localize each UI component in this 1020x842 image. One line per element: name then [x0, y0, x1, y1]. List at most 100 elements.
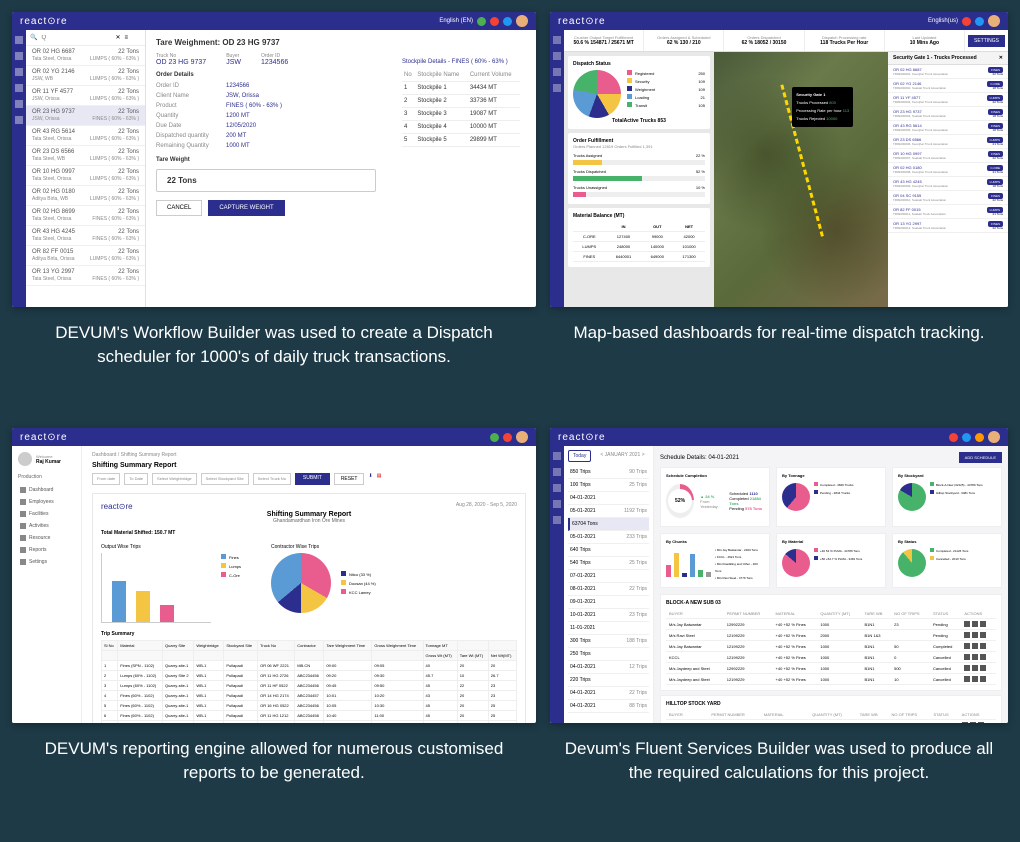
date-list-item[interactable]: 850 Trips90 Trips [568, 466, 649, 479]
date-list-item[interactable]: 10-01-202123 Trips [568, 609, 649, 622]
date-list-item[interactable]: 04-01-2021 [568, 492, 649, 505]
list-icon[interactable] [553, 484, 561, 492]
nav-item[interactable]: Dashboard [18, 484, 75, 496]
truck-select[interactable]: Select Truck No [253, 473, 291, 485]
truck-list-item[interactable]: OR 02 HG 018022 TonsAditya Birla, WBLUMP… [26, 186, 145, 206]
home-icon[interactable] [553, 36, 561, 44]
processed-truck-row[interactable]: OR 02 HG 6687TR99200001, Keonjhar Truck … [888, 65, 1008, 79]
processed-truck-row[interactable]: OR 23 DS 6566TR99200006, Keonjhar Truck … [888, 135, 1008, 149]
date-list-item[interactable]: 08-01-202122 Trips [568, 583, 649, 596]
edit-icon[interactable] [970, 722, 976, 723]
truck-list-item[interactable]: OR 02 HG 668722 TonsTata Steel, OrissaLU… [26, 46, 145, 66]
date-list-item[interactable]: 11-01-2021 [568, 622, 649, 635]
truck-icon[interactable] [15, 68, 23, 76]
apps-icon[interactable] [962, 433, 971, 442]
date-list-item[interactable]: 07-01-2021 [568, 570, 649, 583]
notification-icon[interactable] [490, 433, 499, 442]
view-icon[interactable] [964, 632, 970, 638]
processed-truck-row[interactable]: OR 23 HG 9737TR99200004, Suakati Truck A… [888, 107, 1008, 121]
close-icon[interactable]: ✕ [999, 55, 1003, 61]
view-icon[interactable] [964, 665, 970, 671]
list-icon[interactable] [15, 52, 23, 60]
user-avatar[interactable] [988, 431, 1000, 443]
capture-weight-button[interactable]: CAPTURE WEIGHT [208, 200, 284, 216]
edit-icon[interactable] [972, 643, 978, 649]
filter-icon[interactable]: ≡ [125, 35, 129, 41]
date-list-item[interactable]: 04-01-202122 Trips [568, 687, 649, 700]
date-list-item[interactable]: 63704 Tons [568, 518, 649, 531]
to-date-input[interactable]: To Date [124, 473, 148, 485]
date-list-item[interactable]: 04-01-202188 Trips [568, 700, 649, 713]
date-list-item[interactable]: 220 Trips [568, 674, 649, 687]
truck-list-item[interactable]: OR 43 HG 424522 TonsTata Steel, OrissaFI… [26, 226, 145, 246]
nav-item[interactable]: Resource [18, 532, 75, 544]
stockpile-row[interactable]: 4Stockpile 410000 MT [402, 121, 520, 134]
nav-item[interactable]: Activities [18, 520, 75, 532]
processed-truck-row[interactable]: OR 43 HG 4245TR99200009, Keonjhar Truck … [888, 177, 1008, 191]
date-list-item[interactable]: 640 Trips [568, 544, 649, 557]
view-icon[interactable] [964, 654, 970, 660]
date-list-item[interactable]: 04-01-202112 Trips [568, 661, 649, 674]
weighbridge-select[interactable]: Select Weighbridge [152, 473, 197, 485]
home-icon[interactable] [15, 36, 23, 44]
delete-icon[interactable] [980, 643, 986, 649]
processed-truck-row[interactable]: OR 02 YG 2146TR99200002, Suakati Truck A… [888, 79, 1008, 93]
stockpile-row[interactable]: 2Stockpile 233736 MT [402, 95, 520, 108]
nav-item[interactable]: Settings [18, 556, 75, 568]
notification-icon[interactable] [962, 17, 971, 26]
download-icon[interactable]: ⬇ [368, 473, 372, 485]
date-list-item[interactable]: 540 Trips25 Trips [568, 557, 649, 570]
submit-button[interactable]: SUBMIT [295, 473, 330, 485]
truck-list-item[interactable]: OR 82 FF 001522 TonsAditya Birla, Orissa… [26, 246, 145, 266]
tab-today[interactable]: Today [568, 450, 591, 462]
truck-list-item[interactable]: OR 02 HG 869922 TonsTata Steel, OrissaFI… [26, 206, 145, 226]
delete-icon[interactable] [980, 621, 986, 627]
date-list-item[interactable]: 05-01-20211192 Trips [568, 505, 649, 518]
stockpile-row[interactable]: 1Stockpile 134434 MT [402, 82, 520, 95]
truck-list-item[interactable]: OR 02 YG 214622 TonsJSW, WBLUMPS ( 60% -… [26, 66, 145, 86]
cancel-button[interactable]: CANCEL [156, 200, 202, 216]
view-icon[interactable] [964, 621, 970, 627]
truck-list-item[interactable]: OR 11 YF 457722 TonsJSW, OrissaLUMPS ( 6… [26, 86, 145, 106]
truck-list-item[interactable]: OR 23 HG 973722 TonsJSW, OrissaFINES ( 6… [26, 106, 145, 126]
processed-truck-row[interactable]: OR 11 YF 4577TR99200003, Keonjhar Truck … [888, 93, 1008, 107]
edit-icon[interactable] [972, 654, 978, 660]
calendar-icon[interactable] [553, 468, 561, 476]
home-icon[interactable] [553, 452, 561, 460]
notification-icon[interactable] [490, 17, 499, 26]
nav-item[interactable]: Reports [18, 544, 75, 556]
chart-icon[interactable] [553, 500, 561, 508]
language-switch[interactable]: English(us) [928, 18, 958, 24]
user-avatar[interactable] [516, 431, 528, 443]
from-date-input[interactable]: From date [92, 473, 120, 485]
view-icon[interactable] [964, 643, 970, 649]
settings-icon[interactable] [15, 100, 23, 108]
edit-icon[interactable] [972, 676, 978, 682]
stockyard-select[interactable]: Select Stockyard Site [201, 473, 249, 485]
apps-icon[interactable] [503, 433, 512, 442]
satellite-map[interactable]: Security Gate 1 Trucks Processed 800 Pro… [714, 52, 888, 307]
processed-truck-row[interactable]: OR 10 HG 0997TR99200007, Suakati Truck A… [888, 149, 1008, 163]
date-list-item[interactable]: 100 Trips25 Trips [568, 479, 649, 492]
nav-item[interactable]: Employees [18, 496, 75, 508]
processed-truck-row[interactable]: OR 02 HG 0180TR99200008, Keonjhar Truck … [888, 163, 1008, 177]
edit-icon[interactable] [972, 621, 978, 627]
truck-list-item[interactable]: OR 23 DS 656622 TonsTata Steel, WBLUMPS … [26, 146, 145, 166]
delete-icon[interactable] [980, 654, 986, 660]
edit-icon[interactable] [972, 665, 978, 671]
date-list-item[interactable]: 09-01-2021 [568, 596, 649, 609]
date-list-item[interactable]: 300 Trips188 Trips [568, 635, 649, 648]
tab-month[interactable]: < JANUARY 2021 > [596, 450, 648, 462]
search-input[interactable] [41, 35, 111, 41]
delete-icon[interactable] [980, 632, 986, 638]
apps-icon[interactable] [975, 17, 984, 26]
delete-icon[interactable] [978, 722, 984, 723]
apps-icon[interactable] [503, 17, 512, 26]
edit-icon[interactable] [972, 632, 978, 638]
stockpile-row[interactable]: 5Stockpile 529899 MT [402, 134, 520, 147]
nav-item[interactable]: Facilities [18, 508, 75, 520]
truck-list-item[interactable]: OR 43 RG 561422 TonsTata Steel, OrissaLU… [26, 126, 145, 146]
date-list-item[interactable]: 250 Trips [568, 648, 649, 661]
truck-list-item[interactable]: OR 13 YG 299722 TonsTata Steel, OrissaFI… [26, 266, 145, 286]
processed-truck-row[interactable]: OR 13 YG 2997TR99200012, Suakati Truck A… [888, 219, 1008, 233]
